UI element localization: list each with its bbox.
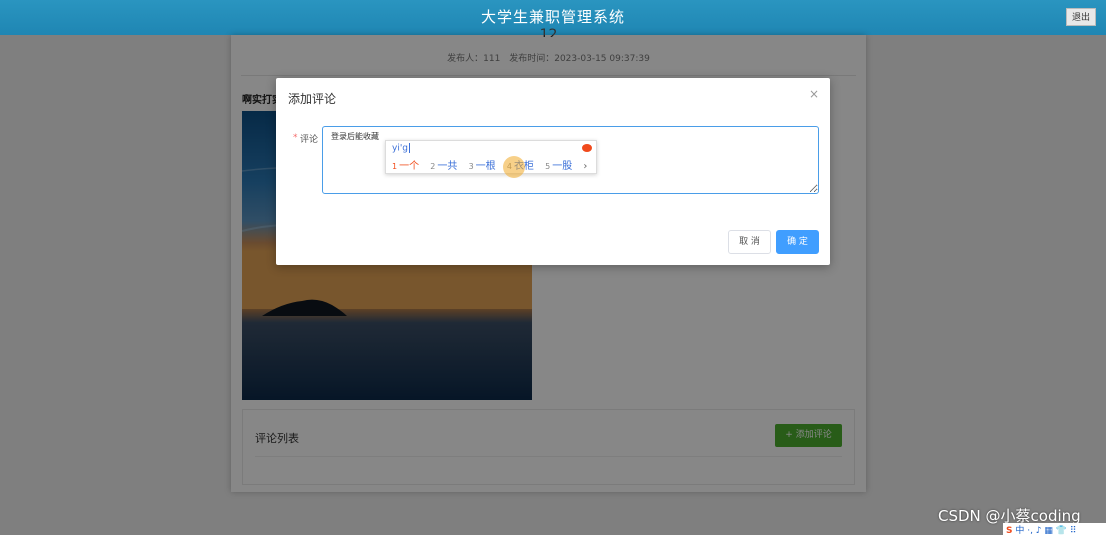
add-comment-dialog: 添加评论 × * 评论 yi'g 1一个 2一共 3一根 4衣柜 5一股 › 取… (276, 78, 830, 265)
ime-candidate[interactable]: 5 一股 (545, 161, 572, 172)
candidate-text: 一股 (552, 161, 573, 172)
candidate-text: 一个 (399, 161, 420, 172)
ime-candidates: 1 一个 2 一共 3 一根 4 衣柜 5 一股 › (392, 157, 587, 172)
sogou-icon: S (1006, 526, 1013, 535)
close-icon[interactable]: × (809, 87, 819, 101)
text-caret (409, 143, 411, 153)
app-title: 大学生兼职管理系统 (480, 8, 625, 26)
candidate-number: 5 (545, 162, 551, 171)
candidate-text: 一共 (437, 161, 458, 172)
dialog-title: 添加评论 (288, 92, 337, 106)
comment-field-label: 评论 (300, 135, 319, 145)
ime-candidate[interactable]: 1 一个 (392, 161, 419, 172)
candidate-text: 衣柜 (513, 161, 534, 172)
cancel-button[interactable]: 取 消 (728, 230, 771, 254)
logout-button[interactable]: 退出 (1066, 8, 1096, 26)
required-mark: * (293, 133, 298, 143)
ime-tray: S 中 ·, ♪ ▦ 👕 ⠿ (1003, 523, 1106, 535)
ime-candidate-window: yi'g 1 一个 2 一共 3 一根 4 衣柜 5 一股 › (385, 140, 597, 174)
ime-candidate[interactable]: 4 衣柜 (507, 161, 534, 172)
candidate-number: 1 (392, 162, 398, 171)
chevron-right-icon[interactable]: › (583, 161, 587, 172)
ime-typed-text: yi'g (392, 143, 411, 154)
candidate-number: 3 (468, 162, 474, 171)
ime-candidate[interactable]: 2 一共 (430, 161, 457, 172)
ime-candidate[interactable]: 3 一根 (469, 161, 496, 172)
candidate-number: 4 (506, 162, 512, 171)
candidate-text: 一根 (475, 161, 496, 172)
confirm-button[interactable]: 确 定 (776, 230, 819, 254)
ime-logo-icon (582, 144, 592, 152)
tray-icons: 中 ·, ♪ ▦ 👕 ⠿ (1015, 526, 1077, 535)
ime-typed-pinyin: yi'g (392, 143, 409, 154)
candidate-number: 2 (430, 162, 436, 171)
